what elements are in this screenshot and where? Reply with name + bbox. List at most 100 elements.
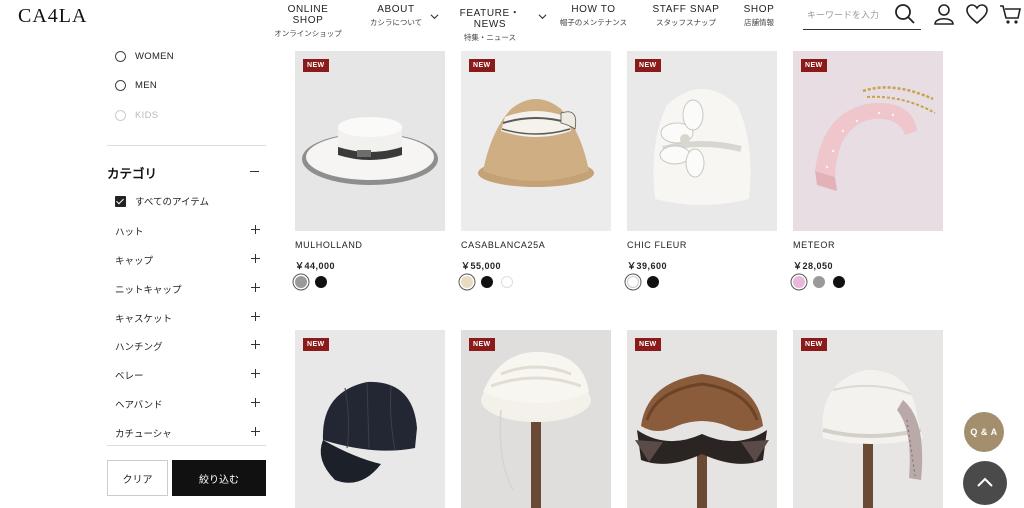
color-swatch[interactable] (813, 276, 825, 288)
radio-circle[interactable] (115, 51, 126, 62)
new-badge: NEW (801, 338, 827, 351)
nav-how-to[interactable]: HOW TO 帽子のメンテナンス (556, 4, 631, 28)
color-swatch[interactable] (461, 276, 473, 288)
product-name[interactable]: CHIC FLEUR (627, 240, 687, 250)
category-label: ハット (115, 227, 144, 238)
color-swatch[interactable] (833, 276, 845, 288)
product-image[interactable]: NEW (295, 51, 445, 231)
color-swatch[interactable] (501, 276, 513, 288)
product-price: ￥44,000 (295, 261, 336, 271)
new-badge: NEW (635, 59, 661, 72)
color-swatch[interactable] (647, 276, 659, 288)
category-label: ハンチング (115, 342, 163, 353)
nav-label: ABOUT (377, 4, 415, 15)
expand-plus-icon[interactable] (251, 369, 260, 378)
color-swatch[interactable] (627, 276, 639, 288)
product-image[interactable]: NEW (627, 330, 777, 508)
category-label: キャスケット (115, 314, 173, 325)
radio-circle (115, 110, 126, 121)
expand-plus-icon[interactable] (251, 312, 260, 321)
product-image[interactable]: NEW (295, 330, 445, 508)
product-image[interactable]: NEW (793, 51, 943, 231)
cart-icon[interactable] (999, 2, 1023, 26)
filter-women[interactable]: WOMEN (115, 51, 174, 62)
color-swatches (793, 276, 853, 288)
category-item-hat[interactable]: ハット (115, 224, 260, 238)
category-item-knit-cap[interactable]: ニットキャップ (115, 282, 260, 296)
color-swatch[interactable] (793, 276, 805, 288)
category-label: カチューシャ (115, 429, 172, 440)
new-badge: NEW (635, 338, 661, 351)
nav-sublabel: オンラインショップ (274, 29, 342, 38)
nav-label: HOW TO (571, 4, 616, 15)
new-badge: NEW (303, 59, 329, 72)
filter-men[interactable]: MEN (115, 80, 157, 91)
color-swatch[interactable] (481, 276, 493, 288)
site-header: CA4LA ONLINE SHOP オンラインショップ ABOUT カシラについ… (0, 0, 1024, 42)
qa-button[interactable]: Q & A (964, 412, 1004, 452)
category-item-katyusha[interactable]: カチューシャ (115, 426, 260, 440)
expand-plus-icon[interactable] (251, 398, 260, 407)
category-item-beret[interactable]: ベレー (115, 368, 260, 382)
filter-kids: KIDS (115, 110, 158, 121)
chevron-down-icon[interactable] (430, 12, 439, 21)
nav-shop[interactable]: SHOP 店舗情報 (738, 4, 780, 28)
nav-feature-news[interactable]: FEATURE・NEWS 特集・ニュース (448, 4, 532, 43)
nav-sublabel: スタッフスナップ (656, 18, 716, 27)
color-swatches (627, 276, 667, 288)
search-input[interactable] (803, 2, 893, 28)
category-item-hunting[interactable]: ハンチング (115, 339, 260, 353)
nav-label: ONLINE SHOP (287, 4, 329, 26)
nav-label: SHOP (743, 4, 775, 15)
expand-plus-icon[interactable] (251, 225, 260, 234)
expand-plus-icon[interactable] (251, 283, 260, 292)
nav-sublabel: カシラについて (369, 18, 423, 27)
category-item-hairband[interactable]: ヘアバンド (115, 397, 260, 411)
nav-sublabel: 特集・ニュース (463, 33, 517, 42)
product-name[interactable]: CASABLANCA25A (461, 240, 545, 250)
search-icon[interactable] (893, 2, 917, 26)
product-price: ￥28,050 (793, 261, 834, 271)
expand-plus-icon[interactable] (251, 254, 260, 263)
product-price: ￥39,600 (627, 261, 668, 271)
back-to-top-button[interactable] (963, 461, 1007, 505)
product-image[interactable]: NEW (627, 51, 777, 231)
nav-label: STAFF SNAP (652, 4, 720, 15)
filter-all-items[interactable]: すべてのアイテム (115, 194, 209, 208)
category-title: カテゴリ (107, 167, 158, 181)
category-label: キャップ (115, 256, 154, 267)
product-name[interactable]: METEOR (793, 240, 835, 250)
color-swatch[interactable] (315, 276, 327, 288)
chevron-up-icon (977, 477, 993, 487)
filter-label: すべてのアイテム (135, 197, 210, 208)
category-label: ヘアバンド (115, 400, 163, 411)
color-swatch[interactable] (295, 276, 307, 288)
expand-plus-icon[interactable] (251, 427, 260, 436)
product-image[interactable]: NEW (461, 330, 611, 508)
category-item-cap[interactable]: キャップ (115, 253, 260, 267)
color-swatches (295, 276, 335, 288)
chevron-down-icon[interactable] (538, 12, 547, 21)
nav-label: FEATURE・NEWS (459, 8, 521, 30)
category-item-casquette[interactable]: キャスケット (115, 311, 260, 325)
product-image[interactable]: NEW (793, 330, 943, 508)
nav-staff-snap[interactable]: STAFF SNAP スタッフスナップ (652, 4, 720, 28)
clear-button[interactable]: クリア (107, 460, 168, 496)
nav-about[interactable]: ABOUT カシラについて (362, 4, 430, 28)
product-name[interactable]: MULHOLLAND (295, 240, 363, 250)
collapse-icon[interactable] (250, 171, 259, 172)
apply-filter-button[interactable]: 絞り込む (172, 460, 266, 496)
site-logo[interactable]: CA4LA (18, 5, 87, 28)
user-icon[interactable] (932, 2, 956, 26)
category-label: ベレー (115, 371, 144, 382)
radio-circle[interactable] (115, 80, 126, 91)
checkbox-checked-icon[interactable] (115, 195, 126, 207)
new-badge: NEW (469, 59, 495, 72)
nav-online-shop[interactable]: ONLINE SHOP オンラインショップ (272, 4, 344, 39)
product-image[interactable]: NEW (461, 51, 611, 231)
filter-label: MEN (135, 80, 158, 91)
color-swatches (461, 276, 521, 288)
new-badge: NEW (801, 59, 827, 72)
heart-icon[interactable] (965, 2, 989, 26)
expand-plus-icon[interactable] (251, 340, 260, 349)
